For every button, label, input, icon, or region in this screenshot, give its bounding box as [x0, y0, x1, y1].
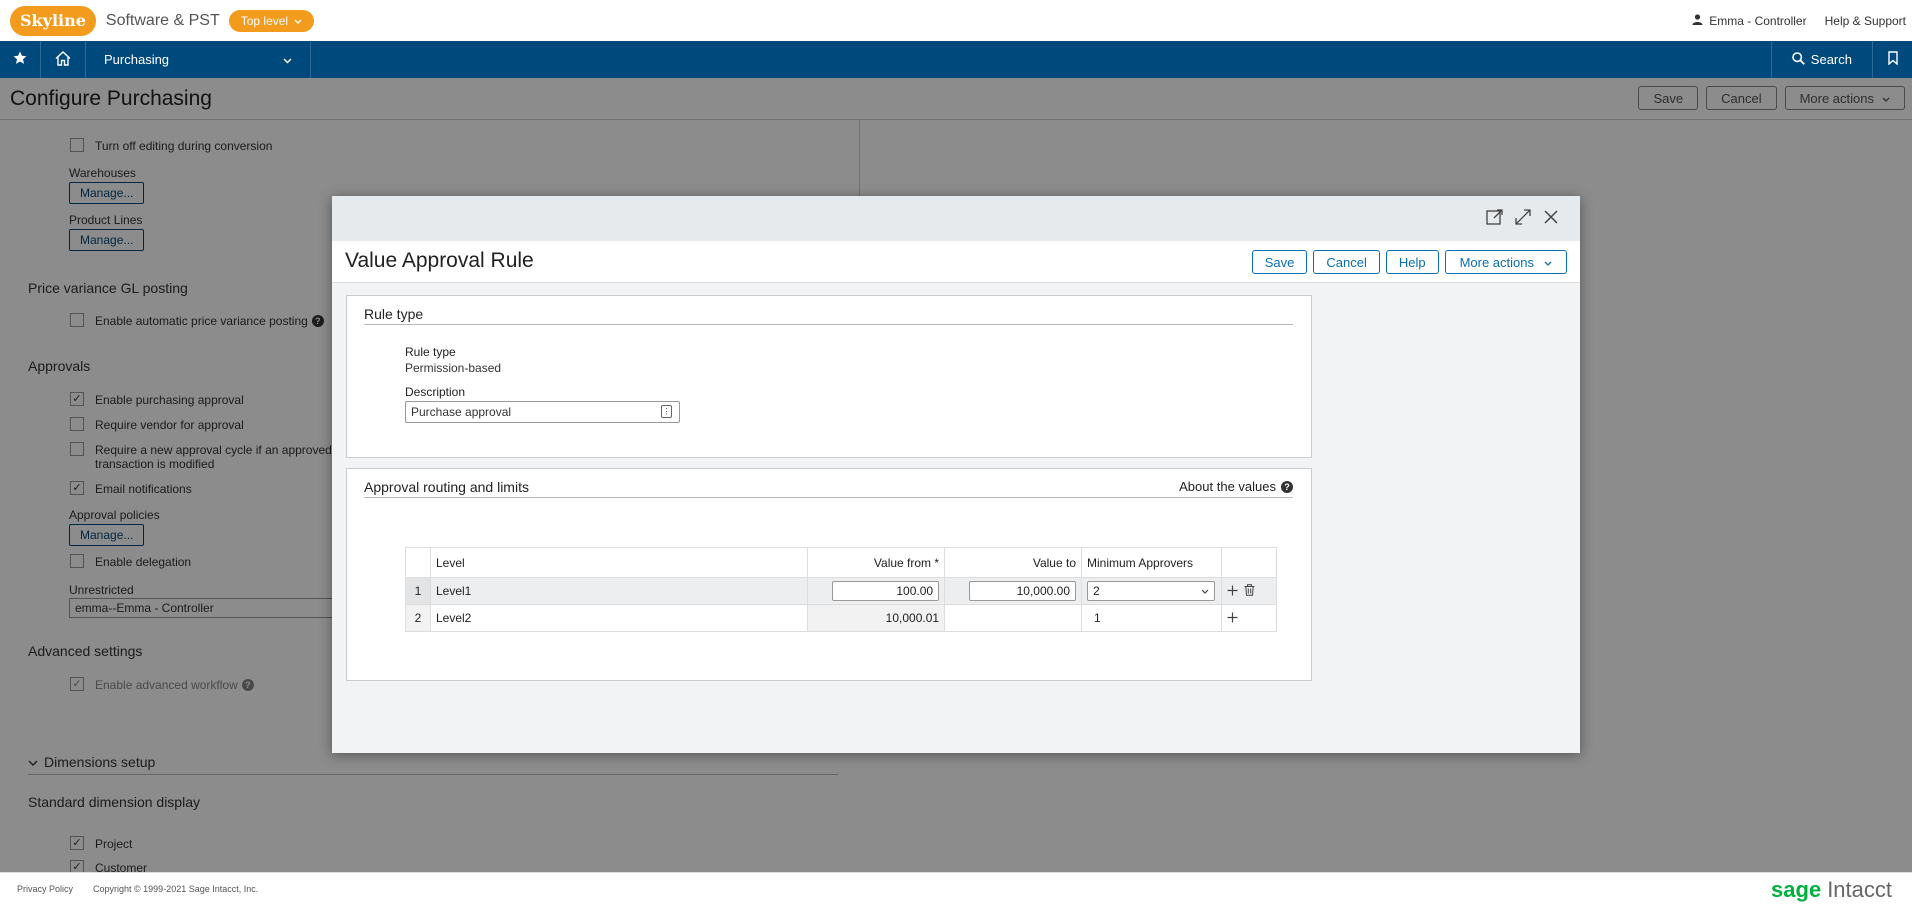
- bookmark-icon: [1887, 51, 1898, 68]
- user-menu[interactable]: Emma - Controller: [1692, 13, 1807, 28]
- rule-type-panel: Rule type Rule type Permission-based Des…: [346, 295, 1312, 458]
- minimum-approvers-select[interactable]: 2: [1087, 581, 1215, 601]
- chevron-down-icon: [1544, 255, 1552, 270]
- approval-routing-panel: Approval routing and limits About the va…: [346, 468, 1312, 681]
- dialog-header: Value Approval Rule Save Cancel Help Mor…: [332, 241, 1580, 283]
- rule-type-section-title: Rule type: [364, 306, 424, 322]
- row-actions-cell: [1220, 577, 1278, 605]
- row-actions-cell: [1220, 604, 1278, 632]
- search-button[interactable]: Search: [1770, 41, 1872, 78]
- level-column-header: Level: [429, 547, 809, 578]
- value-from-cell: 100.00: [807, 577, 946, 605]
- search-icon: [1791, 51, 1805, 68]
- description-input[interactable]: Purchase approval: [405, 401, 680, 423]
- search-label: Search: [1810, 52, 1852, 67]
- value-to-cell[interactable]: [944, 604, 1082, 632]
- copyright-text: Copyright © 1999-2021 Sage Intacct, Inc.: [93, 884, 259, 894]
- value-from-column-header: Value from *: [807, 547, 946, 578]
- divider: [364, 497, 1293, 498]
- expand-icon[interactable]: [1514, 208, 1532, 226]
- footer: Privacy Policy Copyright © 1999-2021 Sag…: [0, 872, 1912, 905]
- brand-intacct: Intacct: [1827, 877, 1892, 902]
- home-button[interactable]: [41, 41, 86, 78]
- module-label: Purchasing: [104, 52, 170, 67]
- user-name: Emma - Controller: [1709, 13, 1807, 28]
- actions-column-header: [1220, 547, 1278, 578]
- value-from-input[interactable]: 100.00: [832, 581, 940, 601]
- value-to-cell: 10,000.00: [944, 577, 1082, 605]
- approval-routing-section-title: Approval routing and limits: [364, 479, 529, 495]
- value-to-input[interactable]: 10,000.00: [969, 581, 1076, 601]
- chevron-down-icon: [1201, 584, 1209, 598]
- entity-level-selector[interactable]: Top level: [228, 9, 315, 32]
- user-icon: [1692, 13, 1703, 28]
- minimum-approvers-value: 2: [1093, 584, 1100, 598]
- table-row[interactable]: 2 Level2 10,000.01 1: [405, 604, 1278, 632]
- entity-level-label: Top level: [240, 13, 289, 28]
- main-nav: Purchasing Search: [0, 41, 1912, 78]
- bookmark-button[interactable]: [1872, 41, 1912, 78]
- value-approval-rule-dialog: Value Approval Rule Save Cancel Help Mor…: [332, 196, 1580, 753]
- help-support-link[interactable]: Help & Support: [1825, 14, 1906, 28]
- dialog-more-actions-button[interactable]: More actions: [1444, 250, 1567, 274]
- minimum-approvers-column-header: Minimum Approvers: [1081, 547, 1222, 578]
- about-the-values-label: About the values: [1179, 479, 1276, 494]
- row-index: 2: [405, 604, 431, 632]
- open-in-new-window-icon[interactable]: [1486, 208, 1504, 226]
- favorites-button[interactable]: [0, 41, 41, 78]
- rule-type-label: Rule type: [405, 345, 456, 359]
- index-column-header: [405, 547, 431, 578]
- brand-sage: sage: [1771, 877, 1822, 902]
- divider: [364, 324, 1293, 325]
- chevron-down-icon: [294, 14, 302, 28]
- field-expand-icon[interactable]: ⋮: [661, 405, 672, 418]
- close-icon[interactable]: [1542, 208, 1560, 226]
- add-row-icon[interactable]: [1227, 610, 1238, 627]
- value-to-column-header: Value to: [944, 547, 1082, 578]
- dialog-title: Value Approval Rule: [345, 249, 534, 272]
- company-name: Software & PST: [105, 11, 220, 29]
- row-index: 1: [405, 577, 431, 605]
- rule-type-value: Permission-based: [405, 361, 502, 375]
- add-row-icon[interactable]: [1227, 583, 1238, 600]
- dialog-title-bar: [332, 196, 1580, 241]
- minimum-approvers-cell[interactable]: 1: [1081, 604, 1222, 632]
- module-menu[interactable]: Purchasing: [86, 41, 311, 78]
- home-icon: [55, 50, 71, 69]
- level-cell[interactable]: Level2: [429, 604, 809, 632]
- privacy-policy-link[interactable]: Privacy Policy: [17, 884, 73, 894]
- value-from-cell: 10,000.01: [807, 604, 946, 632]
- help-icon: ?: [1281, 480, 1293, 493]
- dialog-help-button[interactable]: Help: [1385, 250, 1439, 274]
- sage-intacct-logo: sage Intacct: [1771, 877, 1892, 903]
- star-icon: [13, 51, 27, 68]
- table-row[interactable]: 1 Level1 100.00 10,000.00 2: [405, 577, 1278, 605]
- dialog-cancel-button[interactable]: Cancel: [1313, 250, 1380, 274]
- about-the-values-link[interactable]: About the values ?: [1179, 479, 1293, 494]
- top-bar: Skyline Software & PST Top level Emma - …: [0, 0, 1912, 41]
- dialog-save-button[interactable]: Save: [1251, 250, 1308, 274]
- minimum-approvers-cell: 2: [1081, 577, 1222, 605]
- company-logo[interactable]: Skyline: [10, 5, 96, 36]
- level-cell[interactable]: Level1: [429, 577, 809, 605]
- approval-levels-table: Level Value from * Value to Minimum Appr…: [405, 547, 1278, 632]
- chevron-down-icon: [283, 52, 292, 67]
- delete-row-icon[interactable]: [1244, 583, 1255, 600]
- more-actions-label: More actions: [1459, 254, 1534, 270]
- description-label: Description: [405, 385, 466, 399]
